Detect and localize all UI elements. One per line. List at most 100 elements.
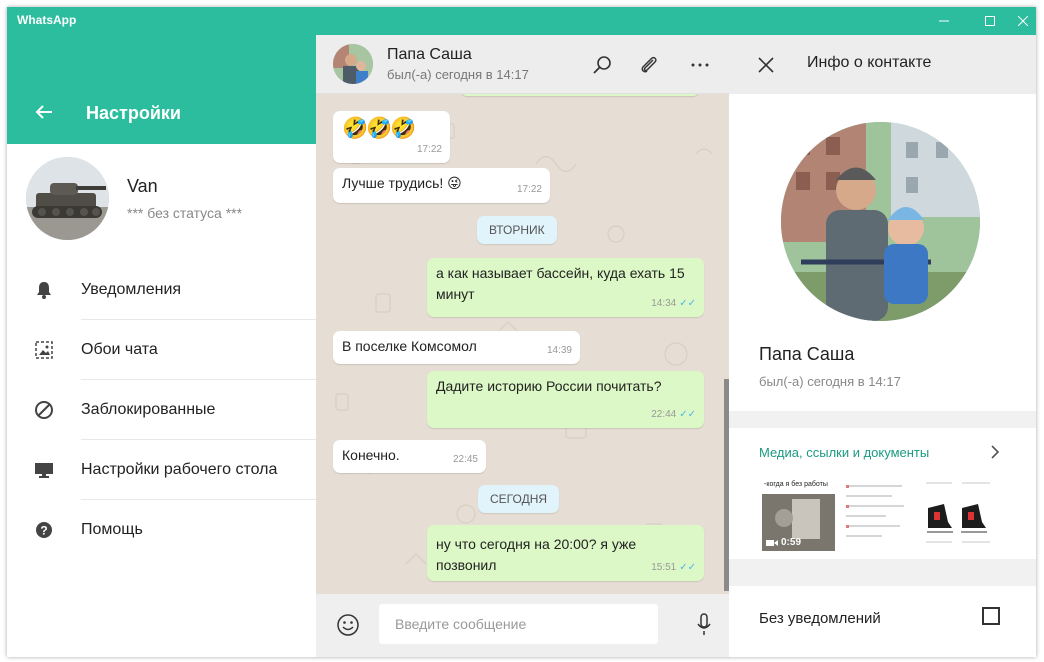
message-time: 22:44 ✓✓ (651, 404, 696, 425)
media-thumbnail-document[interactable] (842, 478, 915, 551)
read-ticks-icon: ✓✓ (679, 298, 696, 309)
message-bubble-incoming[interactable]: Конечно. 22:45 (333, 440, 486, 473)
menu-item-label: Помощь (81, 521, 143, 538)
date-separator: СЕГОДНЯ (478, 485, 560, 513)
profile-name: Van (127, 176, 158, 196)
mute-checkbox[interactable] (982, 607, 1000, 625)
chat-header[interactable]: Папа Саша был(-а) сегодня в 14:17 (316, 35, 729, 94)
media-thumbnail-skates[interactable] (922, 478, 995, 551)
settings-title: Настройки (86, 103, 181, 123)
media-links-docs-link[interactable]: Медиа, ссылки и документы (759, 445, 929, 460)
time-text: 22:44 (651, 409, 677, 420)
chat-contact-name: Папа Саша (387, 46, 472, 63)
settings-panel: Настройки Van *** без статуса *** Уведом… (7, 35, 316, 657)
close-window-button[interactable] (1000, 7, 1036, 35)
video-duration: 0:59 (766, 537, 801, 548)
menu-item-label: Уведомления (81, 281, 182, 298)
menu-item-notifications[interactable]: Уведомления (7, 260, 316, 320)
settings-header: Настройки (7, 35, 316, 144)
title-bar: WhatsApp (7, 7, 1036, 35)
message-bubble-incoming[interactable]: 🤣🤣🤣 17:22 (333, 111, 450, 163)
microphone-button[interactable] (691, 611, 717, 639)
contact-info-panel: Инфо о контакте Папа Саша был(-а) сегодн… (729, 35, 1036, 657)
minimize-icon (939, 20, 949, 22)
emoji-button[interactable] (335, 612, 361, 638)
read-ticks-icon: ✓✓ (679, 562, 696, 573)
mute-notifications-row[interactable]: Без уведомлений (729, 586, 1036, 657)
compose-bar (316, 594, 729, 657)
message-bubble-outgoing[interactable]: ну что сегодня на 20:00? я уже позвонил … (427, 525, 704, 581)
close-icon (758, 57, 774, 73)
message-list[interactable]: 🤣🤣🤣 17:22 Лучше трудись! 😜 17:22 ВТОРНИК… (316, 94, 729, 594)
video-camera-icon (766, 539, 778, 546)
media-section: Медиа, ссылки и документы -когда я без р… (729, 428, 1036, 559)
help-icon: ? (34, 520, 54, 540)
message-input[interactable] (379, 604, 658, 644)
chevron-right-icon[interactable] (987, 444, 1003, 460)
svg-text:?: ? (40, 524, 47, 538)
more-icon (691, 63, 709, 67)
menu-item-label: Заблокированные (81, 401, 216, 418)
video-duration-text: 0:59 (781, 537, 802, 548)
arrow-left-icon (35, 105, 52, 119)
date-separator: ВТОРНИК (477, 216, 557, 244)
bell-icon (34, 280, 54, 300)
search-icon (593, 56, 611, 74)
contact-status: был(-а) сегодня в 14:17 (759, 374, 901, 389)
contact-name: Папа Саша (759, 344, 855, 364)
message-bubble-incoming[interactable]: В поселке Комсомол 14:39 (333, 331, 580, 364)
microphone-icon (697, 613, 711, 635)
menu-item-wallpaper[interactable]: Обои чата (7, 320, 316, 380)
blocked-icon (34, 400, 54, 420)
mute-label: Без уведомлений (759, 610, 881, 627)
message-time: 15:51 ✓✓ (651, 557, 696, 578)
message-bubble-partial[interactable] (460, 94, 700, 96)
contact-photo-large[interactable] (781, 122, 980, 321)
avatar[interactable] (26, 157, 109, 240)
contact-photo-image (781, 122, 980, 321)
message-text: Дадите историю России почитать? (436, 378, 662, 394)
minimize-button[interactable] (921, 7, 967, 35)
time-text: 14:34 (651, 298, 677, 309)
menu-item-blocked[interactable]: Заблокированные (7, 380, 316, 440)
tank-avatar-image (26, 157, 109, 240)
message-text: Лучше трудись! 😜 (342, 175, 462, 191)
time-text: 15:51 (651, 562, 677, 573)
skates-image (922, 478, 995, 551)
menu-item-label: Настройки рабочего стола (81, 461, 278, 478)
maximize-icon (985, 16, 995, 26)
message-time: 14:34 ✓✓ (651, 293, 696, 314)
contact-info-title: Инфо о контакте (807, 54, 932, 71)
contact-avatar[interactable] (333, 44, 373, 84)
smiley-icon (337, 614, 359, 636)
wallpaper-icon (34, 340, 54, 360)
document-preview-image (842, 478, 915, 551)
message-time: 22:45 (452, 454, 478, 465)
message-bubble-incoming[interactable]: Лучше трудись! 😜 17:22 (333, 168, 550, 203)
paperclip-icon (641, 56, 657, 73)
message-bubble-outgoing[interactable]: Дадите историю России почитать? 22:44 ✓✓ (427, 371, 704, 428)
contact-profile-card: Папа Саша был(-а) сегодня в 14:17 (729, 94, 1036, 411)
message-bubble-outgoing[interactable]: а как называет бассейн, куда ехать 15 ми… (427, 258, 704, 317)
message-time: 17:22 (516, 184, 542, 195)
message-time: 17:22 (416, 144, 442, 155)
more-options-button[interactable] (688, 53, 712, 77)
monitor-icon (34, 460, 54, 480)
close-info-button[interactable] (753, 52, 779, 78)
menu-item-desktop-settings[interactable]: Настройки рабочего стола (7, 440, 316, 500)
contact-photo (333, 44, 373, 84)
back-button[interactable] (31, 99, 57, 125)
attach-button[interactable] (637, 53, 661, 77)
search-button[interactable] (590, 53, 614, 77)
profile-section[interactable]: Van *** без статуса *** (7, 144, 316, 260)
menu-item-label: Обои чата (81, 341, 158, 358)
chat-panel: Папа Саша был(-а) сегодня в 14:17 🤣🤣🤣 17… (316, 35, 729, 657)
thumbnail-caption: -когда я без работы (762, 478, 835, 494)
message-time: 14:39 (546, 345, 572, 356)
app-window: WhatsApp Настройки Van *** без статуса *… (7, 7, 1036, 657)
menu-item-help[interactable]: ? Помощь (7, 500, 316, 560)
profile-status: *** без статуса *** (127, 205, 243, 221)
read-ticks-icon: ✓✓ (679, 409, 696, 420)
media-thumbnail-video[interactable]: -когда я без работы 0:59 (762, 478, 835, 551)
close-icon (1018, 16, 1028, 26)
